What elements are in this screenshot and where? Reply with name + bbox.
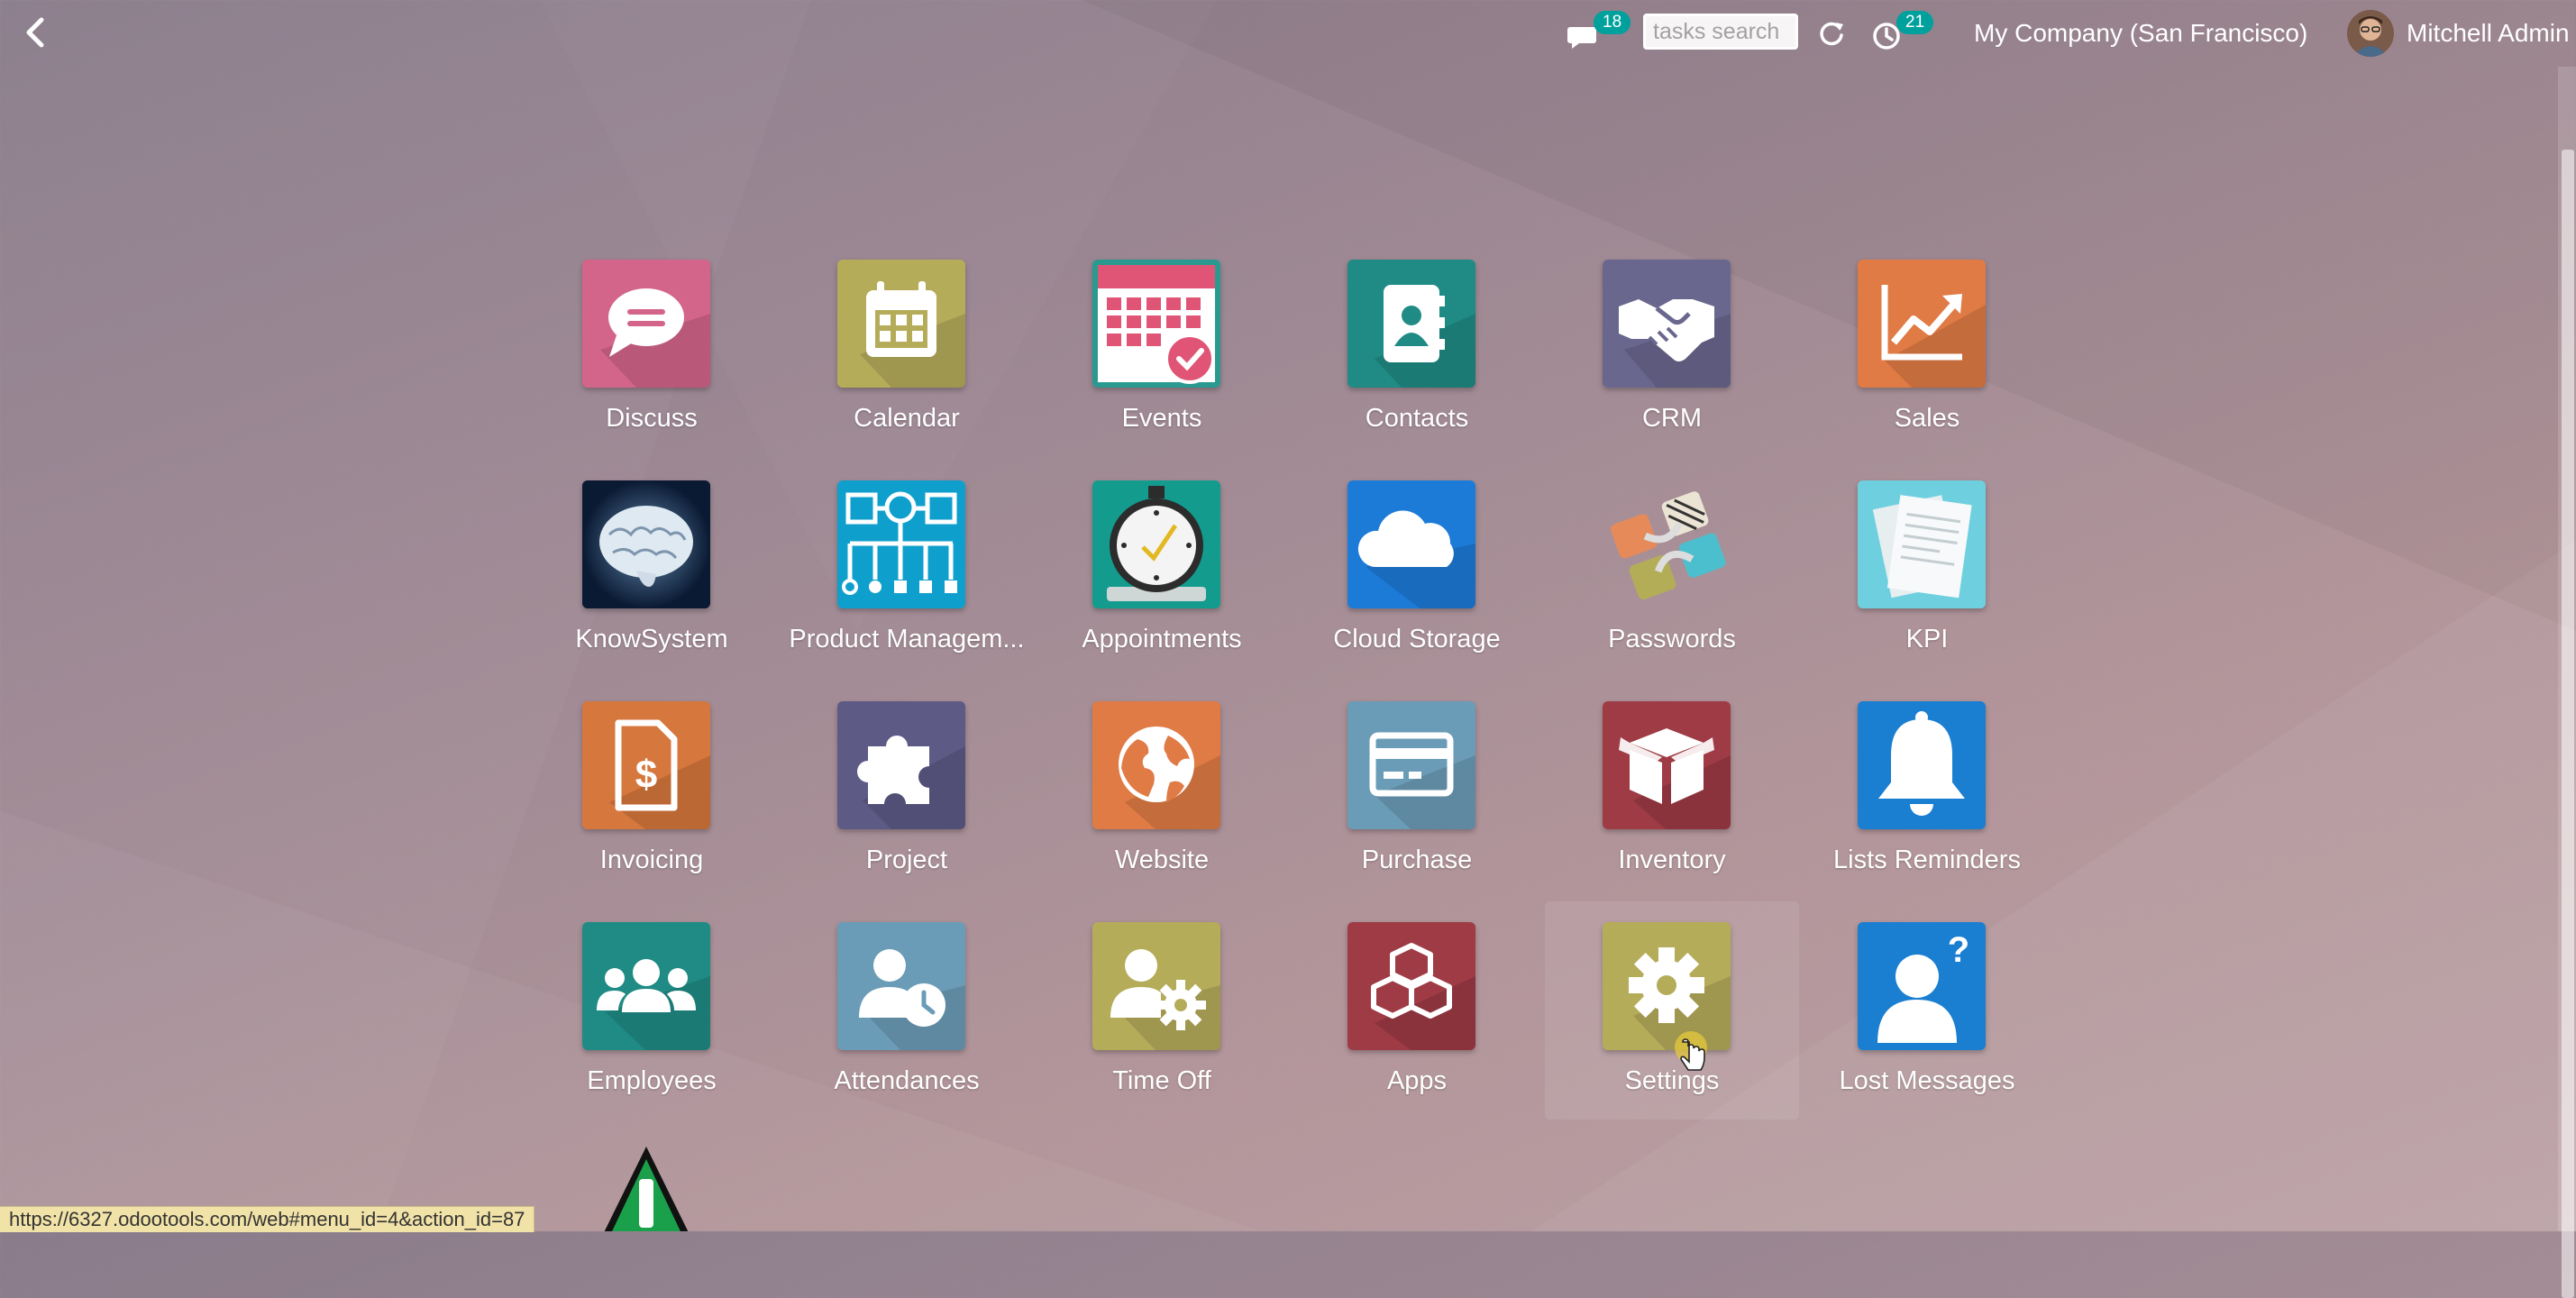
app-attendances[interactable]: Attendances [780, 911, 1034, 1128]
passwords-locks-icon [1603, 480, 1731, 608]
bell-icon [1858, 701, 1986, 829]
app-inventory[interactable]: Inventory [1545, 690, 1799, 907]
user-question-icon: ? [1858, 922, 1986, 1050]
app-label: Website [1114, 846, 1210, 874]
svg-text:?: ? [1948, 930, 1969, 970]
credit-card-icon [1347, 701, 1475, 829]
app-purchase[interactable]: Purchase [1290, 690, 1544, 907]
app-project[interactable]: Project [780, 690, 1034, 907]
trend-chart-icon [1858, 260, 1986, 388]
user-menu[interactable]: Mitchell Admin [2347, 0, 2570, 67]
app-label: KPI [1905, 625, 1949, 654]
app-cloud-storage[interactable]: Cloud Storage [1290, 470, 1544, 686]
app-label: Settings [1624, 1066, 1720, 1095]
handshake-icon [1603, 260, 1731, 388]
app-apps[interactable]: Apps [1290, 911, 1544, 1128]
cubes-icon [1347, 922, 1475, 1050]
vertical-scrollbar[interactable] [2558, 67, 2576, 1298]
app-label: Lost Messages [1839, 1066, 2015, 1095]
app-website[interactable]: Website [1035, 690, 1289, 907]
chat-bubble-icon [582, 260, 710, 388]
mouse-cursor [1675, 1031, 1707, 1071]
events-calendar-check-icon [1092, 260, 1220, 388]
app-label: Contacts [1365, 404, 1469, 433]
users-group-icon [582, 922, 710, 1050]
app-product-management[interactable]: Product Managem... [780, 470, 1034, 686]
app-crm[interactable]: CRM [1545, 249, 1799, 465]
user-gear-icon [1092, 922, 1220, 1050]
app-invoicing[interactable]: $ Invoicing [525, 690, 779, 907]
user-clock-icon [837, 922, 965, 1050]
app-knowsystem[interactable]: KnowSystem [525, 470, 779, 686]
tasks-search-input[interactable] [1643, 14, 1798, 50]
app-label: Product Managem... [789, 625, 1025, 654]
app-label: CRM [1641, 404, 1703, 433]
hierarchy-diagram-icon [837, 480, 965, 608]
refresh-button[interactable] [1817, 0, 1853, 67]
calendar-icon [837, 260, 965, 388]
app-label: Calendar [854, 404, 960, 433]
app-sales[interactable]: Sales [1800, 249, 2054, 465]
app-label: KnowSystem [575, 625, 728, 654]
app-events[interactable]: Events [1035, 249, 1289, 465]
svg-text:$: $ [635, 753, 657, 797]
messages-badge: 18 [1594, 11, 1631, 34]
puzzle-icon [837, 701, 965, 829]
top-navbar: 18 21 My Company (San Francisco) Mitch [0, 0, 2576, 67]
app-label: Apps [1386, 1066, 1448, 1095]
globe-icon [1092, 701, 1220, 829]
app-label: Employees [587, 1066, 717, 1095]
app-label: Project [865, 846, 948, 874]
cloud-icon [1347, 480, 1475, 608]
app-time-off[interactable]: Time Off [1035, 911, 1289, 1128]
app-label: Invoicing [599, 846, 704, 874]
chevron-left-icon [26, 17, 44, 48]
activities-badge: 21 [1896, 11, 1934, 34]
app-passwords[interactable]: Passwords [1545, 470, 1799, 686]
warning-triangle-icon [582, 1143, 710, 1231]
app-label: Sales [1894, 404, 1960, 433]
refresh-icon [1820, 22, 1843, 46]
app-kpi[interactable]: KPI [1800, 470, 2054, 686]
app-discuss[interactable]: Discuss [525, 249, 779, 465]
box-icon [1603, 701, 1731, 829]
app-label: Inventory [1618, 846, 1726, 874]
app-partial[interactable] [525, 1132, 779, 1231]
app-label: Cloud Storage [1333, 625, 1501, 654]
chat-icon [1567, 27, 1596, 49]
app-label: Passwords [1608, 625, 1736, 654]
app-appointments[interactable]: Appointments [1035, 470, 1289, 686]
address-book-icon [1347, 260, 1475, 388]
app-lost-messages[interactable]: ? Lost Messages [1800, 911, 2054, 1128]
brain-icon [582, 480, 710, 608]
app-contacts[interactable]: Contacts [1290, 249, 1544, 465]
app-calendar[interactable]: Calendar [780, 249, 1034, 465]
avatar [2347, 10, 2394, 57]
invoice-dollar-icon: $ [582, 701, 710, 829]
status-bar-url: https://6327.odootools.com/web#menu_id=4… [0, 1206, 535, 1232]
app-label: Lists Reminders [1833, 846, 2021, 874]
app-label: Discuss [606, 404, 698, 433]
company-switcher[interactable]: My Company (San Francisco) [1974, 0, 2307, 67]
scrollbar-thumb[interactable] [2562, 150, 2574, 1298]
app-lists-reminders[interactable]: Lists Reminders [1800, 690, 2054, 907]
app-label: Events [1121, 404, 1202, 433]
documents-icon [1858, 480, 1986, 608]
app-label: Purchase [1361, 846, 1473, 874]
activities-menu[interactable]: 21 [1871, 0, 1934, 67]
app-label: Appointments [1082, 625, 1242, 654]
user-name: Mitchell Admin [2407, 19, 2570, 47]
messages-menu[interactable]: 18 [1567, 0, 1631, 67]
stopwatch-icon [1092, 480, 1220, 608]
app-label: Attendances [834, 1066, 980, 1095]
back-button[interactable] [18, 14, 54, 50]
app-settings[interactable]: Settings [1545, 901, 1799, 1120]
app-employees[interactable]: Employees [525, 911, 779, 1128]
app-label: Time Off [1112, 1066, 1211, 1095]
